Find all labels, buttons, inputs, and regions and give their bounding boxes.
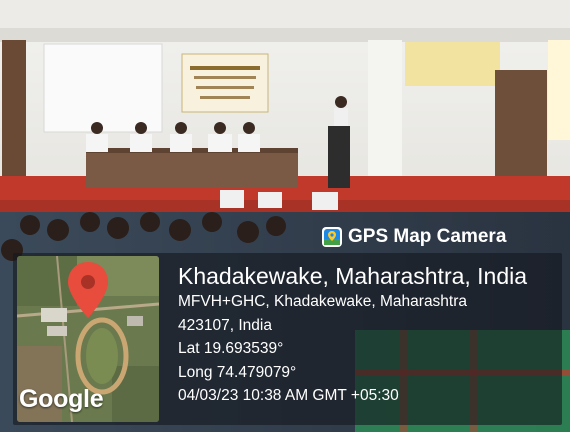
- location-info: Khadakewake, Maharashtra, India MFVH+GHC…: [178, 262, 558, 408]
- app-name: GPS Map Camera: [348, 226, 507, 247]
- timestamp: 04/03/23 10:38 AM GMT +05:30: [178, 387, 399, 404]
- google-logo: Google: [19, 385, 104, 413]
- location-title: Khadakewake, Maharashtra, India: [178, 263, 528, 289]
- longitude: Long 74.479079°: [178, 363, 297, 381]
- address-line-1: MFVH+GHC, Khadakewake, Maharashtra: [178, 293, 468, 310]
- map-thumbnail[interactable]: Google: [17, 256, 159, 422]
- gps-camera-icon: [322, 227, 342, 247]
- latitude: Lat 19.693539°: [178, 340, 284, 357]
- app-title: GPS Map Camera: [322, 222, 562, 252]
- address-line-2: 423107, India: [178, 316, 272, 334]
